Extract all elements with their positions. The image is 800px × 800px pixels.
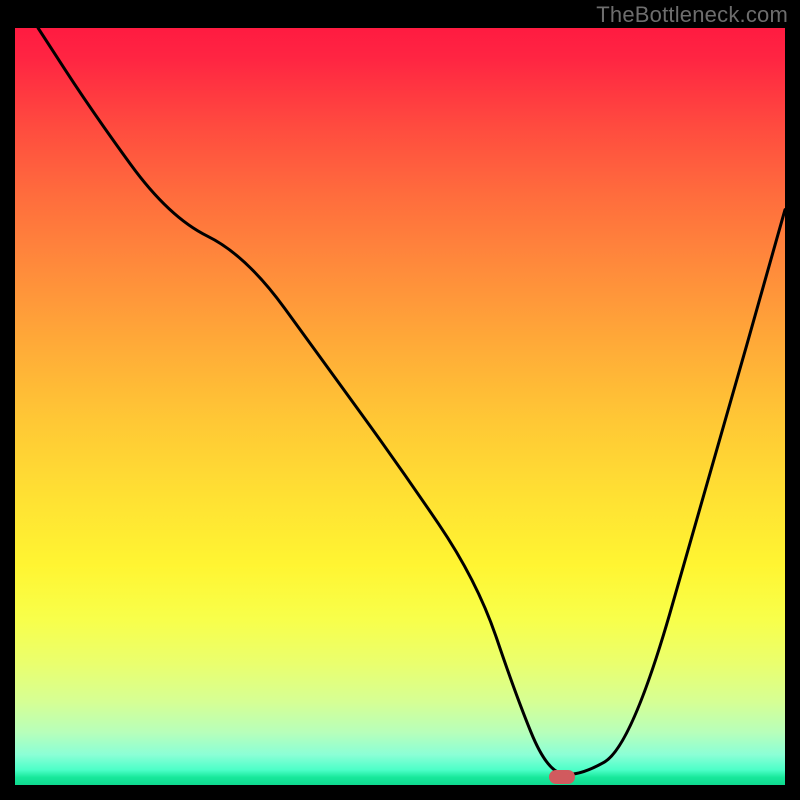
chart-frame: TheBottleneck.com (0, 0, 800, 800)
watermark-text: TheBottleneck.com (596, 2, 788, 28)
heat-gradient (15, 28, 785, 785)
plot-area (15, 28, 785, 785)
